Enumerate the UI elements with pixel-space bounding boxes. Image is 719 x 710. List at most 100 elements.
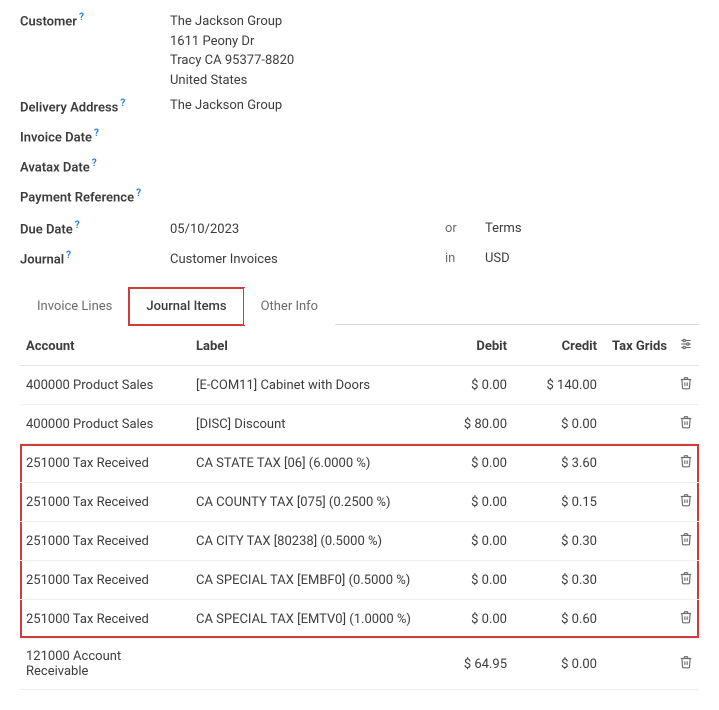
journal-value[interactable]: Customer Invoices — [170, 250, 445, 267]
table-row[interactable]: 400000 Product Sales[E-COM11] Cabinet wi… — [20, 366, 699, 405]
table-row[interactable]: 251000 Tax ReceivedCA SPECIAL TAX [EMTV0… — [20, 600, 699, 639]
customer-addr-line: United States — [170, 71, 699, 91]
in-text: in — [445, 251, 485, 266]
delivery-value[interactable]: The Jackson Group — [170, 96, 699, 113]
cell-taxgrids[interactable] — [603, 600, 673, 639]
help-icon[interactable]: ? — [79, 12, 84, 23]
avatax-date-label: Avatax Date? — [20, 156, 170, 175]
cell-account[interactable]: 251000 Tax Received — [20, 561, 190, 600]
trash-icon[interactable] — [679, 493, 693, 507]
cell-delete[interactable] — [673, 483, 699, 522]
cell-account[interactable]: 121000 Account Receivable — [20, 639, 190, 690]
trash-icon[interactable] — [679, 655, 693, 669]
cell-debit[interactable]: $ 0.00 — [423, 561, 513, 600]
currency-value[interactable]: USD — [485, 251, 699, 266]
help-icon[interactable]: ? — [75, 220, 80, 231]
cell-label[interactable]: [E-COM11] Cabinet with Doors — [190, 366, 423, 405]
cell-credit[interactable]: $ 0.60 — [513, 600, 603, 639]
cell-delete[interactable] — [673, 444, 699, 483]
cell-debit[interactable]: $ 64.95 — [423, 639, 513, 690]
cell-account[interactable]: 251000 Tax Received — [20, 444, 190, 483]
cell-credit[interactable]: $ 140.00 — [513, 366, 603, 405]
help-icon[interactable]: ? — [92, 158, 97, 169]
cell-label[interactable]: CA COUNTY TAX [075] (0.2500 %) — [190, 483, 423, 522]
col-header-credit[interactable]: Credit — [513, 325, 603, 366]
cell-taxgrids[interactable] — [603, 366, 673, 405]
help-icon[interactable]: ? — [66, 250, 71, 261]
cell-delete[interactable] — [673, 639, 699, 690]
cell-debit[interactable]: $ 0.00 — [423, 366, 513, 405]
cell-label[interactable]: CA SPECIAL TAX [EMTV0] (1.0000 %) — [190, 600, 423, 639]
cell-debit[interactable]: $ 0.00 — [423, 444, 513, 483]
journal-items-table: Account Label Debit Credit Tax Grids 400… — [20, 325, 699, 690]
col-header-debit[interactable]: Debit — [423, 325, 513, 366]
invoice-date-label: Invoice Date? — [20, 126, 170, 145]
cell-credit[interactable]: $ 3.60 — [513, 444, 603, 483]
cell-delete[interactable] — [673, 405, 699, 444]
cell-account[interactable]: 251000 Tax Received — [20, 600, 190, 639]
col-header-taxgrids[interactable]: Tax Grids — [603, 325, 673, 366]
due-date-label-text: Due Date — [20, 223, 73, 238]
table-row[interactable]: 251000 Tax ReceivedCA SPECIAL TAX [EMBF0… — [20, 561, 699, 600]
cell-debit[interactable]: $ 80.00 — [423, 405, 513, 444]
cell-debit[interactable]: $ 0.00 — [423, 522, 513, 561]
cell-account[interactable]: 400000 Product Sales — [20, 366, 190, 405]
cell-label[interactable]: CA CITY TAX [80238] (0.5000 %) — [190, 522, 423, 561]
delivery-label: Delivery Address? — [20, 96, 170, 115]
settings-icon[interactable] — [679, 337, 693, 351]
payment-ref-label-text: Payment Reference — [20, 190, 134, 205]
invoice-date-value[interactable] — [170, 126, 699, 128]
or-text: or — [445, 221, 485, 236]
due-date-value[interactable]: 05/10/2023 — [170, 220, 445, 237]
trash-icon[interactable] — [679, 376, 693, 390]
cell-delete[interactable] — [673, 600, 699, 639]
tab-invoice-lines[interactable]: Invoice Lines — [20, 288, 129, 325]
cell-credit[interactable]: $ 0.30 — [513, 522, 603, 561]
cell-taxgrids[interactable] — [603, 483, 673, 522]
col-header-settings[interactable] — [673, 325, 699, 366]
cell-credit[interactable]: $ 0.30 — [513, 561, 603, 600]
tab-journal-items[interactable]: Journal Items — [129, 288, 243, 325]
table-row[interactable]: 251000 Tax ReceivedCA COUNTY TAX [075] (… — [20, 483, 699, 522]
terms-value[interactable]: Terms — [485, 221, 699, 236]
cell-label[interactable]: [DISC] Discount — [190, 405, 423, 444]
cell-label[interactable] — [190, 639, 423, 690]
trash-icon[interactable] — [679, 454, 693, 468]
table-row[interactable]: 251000 Tax ReceivedCA CITY TAX [80238] (… — [20, 522, 699, 561]
help-icon[interactable]: ? — [94, 128, 99, 139]
cell-debit[interactable]: $ 0.00 — [423, 483, 513, 522]
table-row[interactable]: 400000 Product Sales[DISC] Discount$ 80.… — [20, 405, 699, 444]
trash-icon[interactable] — [679, 415, 693, 429]
cell-credit[interactable]: $ 0.15 — [513, 483, 603, 522]
tab-other-info[interactable]: Other Info — [244, 288, 336, 325]
avatax-date-value[interactable] — [170, 156, 699, 158]
col-header-account[interactable]: Account — [20, 325, 190, 366]
customer-name: The Jackson Group — [170, 12, 699, 32]
col-header-label[interactable]: Label — [190, 325, 423, 366]
trash-icon[interactable] — [679, 532, 693, 546]
cell-label[interactable]: CA SPECIAL TAX [EMBF0] (0.5000 %) — [190, 561, 423, 600]
cell-taxgrids[interactable] — [603, 639, 673, 690]
customer-value[interactable]: The Jackson Group 1611 Peony Dr Tracy CA… — [170, 10, 699, 90]
cell-account[interactable]: 251000 Tax Received — [20, 522, 190, 561]
cell-account[interactable]: 400000 Product Sales — [20, 405, 190, 444]
cell-taxgrids[interactable] — [603, 444, 673, 483]
trash-icon[interactable] — [679, 571, 693, 585]
cell-credit[interactable]: $ 0.00 — [513, 639, 603, 690]
help-icon[interactable]: ? — [136, 188, 141, 199]
payment-ref-value[interactable] — [170, 186, 699, 188]
cell-credit[interactable]: $ 0.00 — [513, 405, 603, 444]
cell-taxgrids[interactable] — [603, 561, 673, 600]
cell-taxgrids[interactable] — [603, 405, 673, 444]
help-icon[interactable]: ? — [120, 98, 125, 109]
trash-icon[interactable] — [679, 610, 693, 624]
cell-delete[interactable] — [673, 561, 699, 600]
cell-account[interactable]: 251000 Tax Received — [20, 483, 190, 522]
cell-debit[interactable]: $ 0.00 — [423, 600, 513, 639]
cell-delete[interactable] — [673, 522, 699, 561]
cell-taxgrids[interactable] — [603, 522, 673, 561]
cell-label[interactable]: CA STATE TAX [06] (6.0000 %) — [190, 444, 423, 483]
table-row[interactable]: 251000 Tax ReceivedCA STATE TAX [06] (6.… — [20, 444, 699, 483]
cell-delete[interactable] — [673, 366, 699, 405]
table-row[interactable]: 121000 Account Receivable $ 64.95$ 0.00 — [20, 639, 699, 690]
